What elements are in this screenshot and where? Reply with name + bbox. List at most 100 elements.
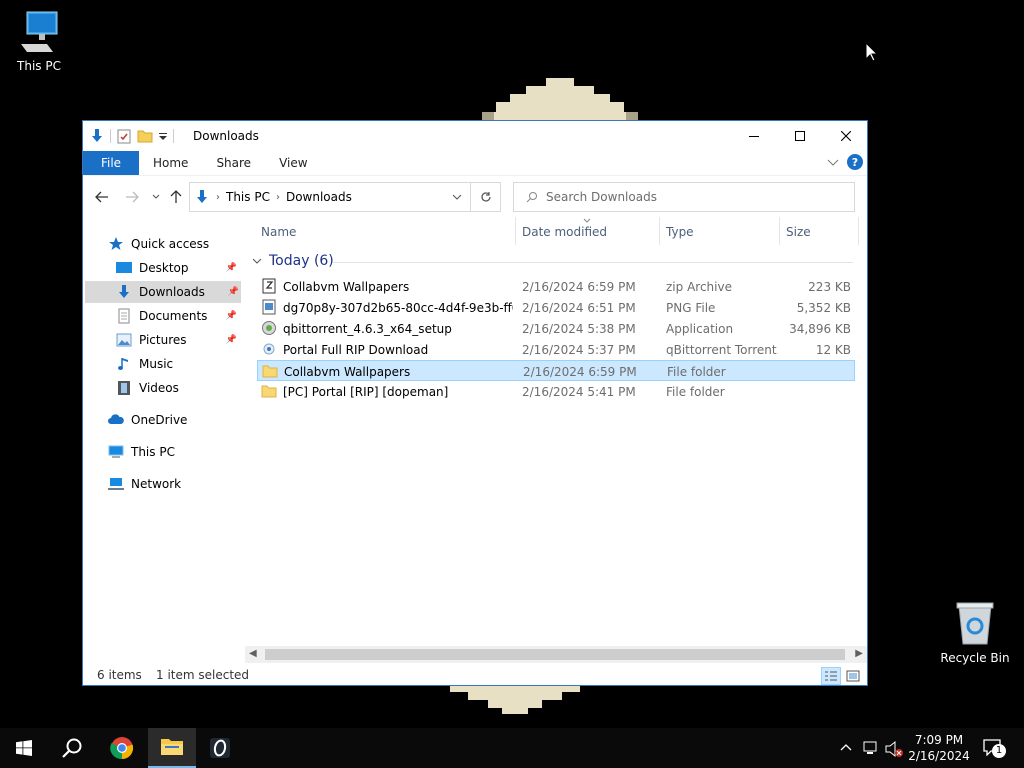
file-date: 2/16/2024 5:38 PM	[522, 322, 636, 336]
tab-home[interactable]: Home	[139, 151, 202, 175]
column-header-size[interactable]: Size	[786, 221, 811, 243]
show-hidden-icons-chevron-icon[interactable]	[840, 742, 852, 752]
column-header-type[interactable]: Type	[666, 221, 694, 243]
expand-ribbon-chevron-icon[interactable]	[827, 157, 839, 167]
taskbar-opera-button[interactable]	[196, 728, 244, 768]
search-box[interactable]	[513, 182, 855, 212]
properties-icon[interactable]	[116, 128, 132, 144]
start-button[interactable]	[0, 728, 48, 768]
windows-logo-icon	[16, 740, 32, 756]
network-tray-icon[interactable]	[862, 740, 880, 756]
folder-icon	[262, 365, 278, 378]
quick-access-toolbar	[89, 127, 174, 145]
horizontal-scrollbar[interactable]: ◀ ▶	[245, 646, 867, 663]
column-header-name[interactable]: Name	[261, 221, 296, 243]
recent-locations-button[interactable]	[147, 188, 165, 206]
file-date: 2/16/2024 6:59 PM	[523, 365, 637, 379]
refresh-button[interactable]	[471, 182, 501, 212]
file-list: Name Date modified Type Size Today (6) C…	[245, 215, 865, 645]
table-row[interactable]: dg70p8y-307d2b65-80cc-4d4f-9e3b-ff08... …	[257, 297, 855, 318]
table-row[interactable]: Collabvm Wallpapers 2/16/2024 6:59 PM Fi…	[257, 360, 855, 381]
scrollbar-thumb[interactable]	[265, 649, 845, 660]
file-date: 2/16/2024 5:41 PM	[522, 385, 636, 399]
breadcrumb-separator-icon: ›	[275, 191, 280, 203]
group-divider	[333, 262, 853, 263]
address-history-chevron-icon[interactable]	[452, 193, 462, 201]
sidebar-item-downloads[interactable]: Downloads 📌	[85, 281, 241, 303]
details-view-button[interactable]	[821, 667, 841, 685]
file-type: Application	[666, 322, 734, 336]
back-button[interactable]	[93, 188, 111, 206]
breadcrumb-downloads[interactable]: Downloads	[286, 190, 352, 204]
mouse-cursor-icon	[866, 43, 878, 62]
large-icons-view-button[interactable]	[843, 667, 863, 685]
sidebar-item-onedrive[interactable]: OneDrive	[107, 409, 263, 431]
torrent-icon	[263, 343, 275, 355]
file-name: Portal Full RIP Download	[283, 343, 429, 357]
table-row[interactable]: Collabvm Wallpapers 2/16/2024 6:59 PM zi…	[257, 276, 855, 297]
arrow-left-icon	[95, 191, 108, 203]
new-folder-icon[interactable]	[137, 128, 153, 144]
table-row[interactable]: Portal Full RIP Download 2/16/2024 5:37 …	[257, 339, 855, 360]
sidebar-item-this-pc[interactable]: This PC	[107, 441, 263, 463]
column-header-date-modified[interactable]: Date modified	[522, 221, 607, 243]
close-button[interactable]	[823, 121, 869, 151]
toolbar-divider	[110, 129, 111, 143]
table-row[interactable]: [PC] Portal [RIP] [dopeman] 2/16/2024 5:…	[257, 381, 855, 402]
column-divider	[659, 217, 660, 245]
tab-file[interactable]: File	[83, 151, 139, 175]
system-clock[interactable]: 7:09 PM 2/16/2024	[902, 732, 976, 764]
document-icon	[118, 308, 130, 324]
download-arrow-icon	[197, 190, 207, 203]
sidebar-item-label: Desktop	[139, 261, 189, 275]
breadcrumb-this-pc[interactable]: This PC	[226, 190, 270, 204]
star-icon	[109, 237, 123, 250]
desktop-icon-this-pc[interactable]: This PC	[1, 10, 77, 73]
file-name: qbittorrent_4.6.3_x64_setup	[283, 322, 452, 336]
sidebar-item-pictures[interactable]: Pictures 📌	[115, 329, 239, 351]
sidebar-item-music[interactable]: Music	[115, 353, 239, 375]
taskbar-chrome-button[interactable]	[98, 728, 146, 768]
file-type: File folder	[667, 365, 726, 379]
file-type: PNG File	[666, 301, 716, 315]
clock-date: 2/16/2024	[908, 749, 970, 763]
desktop-icon-recycle-bin[interactable]: Recycle Bin	[937, 600, 1013, 665]
sidebar-item-quick-access[interactable]: Quick access	[107, 233, 263, 255]
title-bar[interactable]: Downloads	[83, 121, 867, 151]
file-size: 12 KB	[815, 343, 851, 357]
sidebar-item-documents[interactable]: Documents 📌	[115, 305, 239, 327]
file-name: dg70p8y-307d2b65-80cc-4d4f-9e3b-ff08...	[283, 301, 513, 315]
customize-toolbar-dropdown-icon[interactable]	[158, 128, 168, 144]
scroll-left-icon[interactable]: ◀	[249, 648, 257, 659]
file-name: [PC] Portal [RIP] [dopeman]	[283, 385, 449, 399]
group-header-today[interactable]: Today (6)	[251, 253, 853, 269]
navigation-pane: Quick access Desktop 📌 Downloads 📌 Docum…	[83, 233, 241, 663]
search-icon	[62, 738, 82, 758]
volume-muted-icon[interactable]	[884, 740, 904, 758]
help-icon[interactable]: ?	[847, 154, 863, 170]
column-divider	[515, 217, 516, 245]
action-center-button[interactable]: 1	[982, 738, 1010, 760]
minimize-button[interactable]	[731, 121, 777, 151]
scroll-right-icon[interactable]: ▶	[855, 648, 863, 659]
item-count: 6 items	[97, 668, 142, 682]
sidebar-item-label: OneDrive	[131, 413, 188, 427]
table-row[interactable]: qbittorrent_4.6.3_x64_setup 2/16/2024 5:…	[257, 318, 855, 339]
maximize-button[interactable]	[777, 121, 823, 151]
sidebar-item-videos[interactable]: Videos	[115, 377, 239, 399]
selection-count: 1 item selected	[156, 668, 250, 682]
sidebar-item-network[interactable]: Network	[107, 473, 263, 495]
search-input[interactable]	[546, 190, 826, 204]
search-button[interactable]	[48, 728, 96, 768]
address-bar[interactable]: › This PC › Downloads	[189, 182, 471, 212]
tab-share[interactable]: Share	[202, 151, 265, 175]
sidebar-item-desktop[interactable]: Desktop 📌	[115, 257, 239, 279]
forward-button[interactable]	[123, 188, 141, 206]
taskbar-file-explorer-button[interactable]	[148, 728, 196, 768]
tab-view[interactable]: View	[265, 151, 321, 175]
taskbar: 7:09 PM 2/16/2024 1	[0, 728, 1024, 768]
minimize-icon	[749, 136, 759, 137]
chevron-down-icon	[152, 194, 160, 199]
up-button[interactable]	[167, 188, 185, 206]
refresh-icon	[480, 192, 491, 202]
